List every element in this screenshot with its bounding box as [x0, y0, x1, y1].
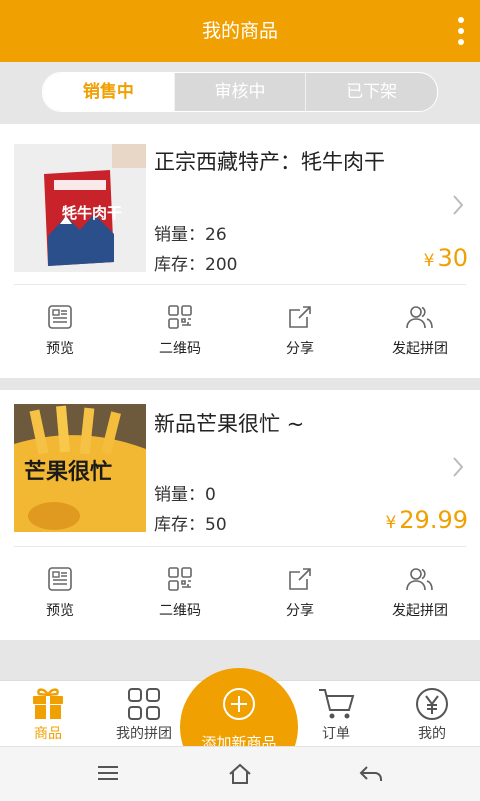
share-icon — [289, 568, 311, 590]
product-sales: 销量：26 — [154, 220, 227, 245]
product-image-label: 牦牛肉干 — [62, 204, 123, 222]
divider — [14, 284, 466, 285]
preview-label: 预览 — [46, 603, 74, 619]
status-tabs: 销售中 审核中 已下架 — [42, 72, 438, 112]
status-tabs-area: 销售中 审核中 已下架 — [0, 62, 480, 124]
qrcode-icon — [168, 305, 192, 329]
back-icon[interactable] — [358, 763, 384, 789]
menu-icon[interactable] — [96, 763, 120, 787]
preview-button[interactable]: 预览 — [0, 548, 120, 640]
more-vertical-icon[interactable] — [456, 17, 466, 47]
product-image: 牦牛肉干 — [14, 144, 146, 272]
tab-offline[interactable]: 已下架 — [305, 73, 437, 111]
nav-orders[interactable]: 订单 — [288, 681, 384, 747]
stock-value: 50 — [205, 515, 227, 535]
nav-mine-label: 我的 — [418, 726, 446, 742]
cart-icon — [319, 689, 355, 719]
nav-my-groups[interactable]: 我的拼团 — [96, 681, 192, 747]
stock-label: 库存： — [154, 255, 205, 275]
divider — [14, 546, 466, 547]
currency-symbol: ¥ — [385, 513, 397, 533]
product-stock: 库存：50 — [154, 510, 227, 535]
share-label: 分享 — [286, 341, 314, 357]
nav-my-groups-label: 我的拼团 — [116, 726, 172, 742]
currency-symbol: ¥ — [423, 251, 435, 271]
share-button[interactable]: 分享 — [240, 548, 360, 640]
group-buy-label: 发起拼团 — [392, 341, 448, 357]
sales-value: 26 — [205, 225, 227, 245]
top-bar: 我的商品 — [0, 0, 480, 62]
preview-button[interactable]: 预览 — [0, 286, 120, 378]
product-actions: 预览 二维码 分享 发起拼团 — [0, 286, 480, 378]
qrcode-button[interactable]: 二维码 — [120, 548, 240, 640]
preview-icon — [48, 305, 72, 329]
product-actions: 预览 二维码 分享 发起拼团 — [0, 548, 480, 640]
product-name: 正宗西藏特产：牦牛肉干 — [154, 150, 385, 174]
chevron-right-icon[interactable] — [452, 194, 464, 220]
product-price: ¥29.99 — [385, 506, 468, 534]
gift-icon — [33, 688, 63, 719]
chevron-right-icon[interactable] — [452, 456, 464, 482]
stock-value: 200 — [205, 255, 238, 275]
yen-circle-icon — [416, 688, 448, 720]
preview-icon — [48, 567, 72, 591]
product-name: 新品芒果很忙 ~ — [154, 412, 305, 436]
product-stock: 库存：200 — [154, 250, 237, 275]
share-icon — [289, 306, 311, 328]
tab-on-sale[interactable]: 销售中 — [43, 73, 174, 111]
page-title: 我的商品 — [201, 20, 278, 42]
product-image-label: 芒果很忙 — [24, 460, 113, 485]
qrcode-icon — [168, 567, 192, 591]
product-sales: 销量：0 — [154, 480, 216, 505]
sales-label: 销量： — [154, 225, 205, 245]
group-buy-button[interactable]: 发起拼团 — [360, 286, 480, 378]
share-button[interactable]: 分享 — [240, 286, 360, 378]
sales-value: 0 — [205, 485, 216, 505]
nav-products[interactable]: 商品 — [0, 681, 96, 747]
product-card[interactable]: 牦牛肉干 正宗西藏特产：牦牛肉干 销量：26 库存：200 ¥30 预览 二维码… — [0, 124, 480, 378]
grid-icon — [128, 688, 160, 720]
app-screen: 我的商品 销售中 审核中 已下架 牦牛肉干 正宗西藏特产：牦牛肉干 销量：26 … — [0, 0, 480, 801]
product-price: ¥30 — [424, 244, 468, 272]
group-buy-label: 发起拼团 — [392, 603, 448, 619]
share-label: 分享 — [286, 603, 314, 619]
system-nav-bar — [0, 746, 480, 801]
group-users-icon — [406, 306, 433, 329]
nav-orders-label: 订单 — [322, 726, 350, 742]
price-value: 30 — [437, 244, 468, 272]
price-value: 29.99 — [399, 506, 468, 534]
plus-circle-icon — [223, 688, 255, 720]
preview-label: 预览 — [46, 341, 74, 357]
product-image: 芒果很忙 — [14, 404, 146, 532]
qrcode-label: 二维码 — [159, 603, 201, 619]
sales-label: 销量： — [154, 485, 205, 505]
qrcode-button[interactable]: 二维码 — [120, 286, 240, 378]
stock-label: 库存： — [154, 515, 205, 535]
qrcode-label: 二维码 — [159, 341, 201, 357]
group-users-icon — [406, 568, 433, 591]
product-card[interactable]: 芒果很忙 新品芒果很忙 ~ 销量：0 库存：50 ¥29.99 预览 二维码 分… — [0, 390, 480, 640]
nav-mine[interactable]: 我的 — [384, 681, 480, 747]
group-buy-button[interactable]: 发起拼团 — [360, 548, 480, 640]
tab-reviewing[interactable]: 审核中 — [173, 73, 306, 111]
nav-products-label: 商品 — [34, 726, 62, 742]
home-icon[interactable] — [227, 763, 253, 789]
